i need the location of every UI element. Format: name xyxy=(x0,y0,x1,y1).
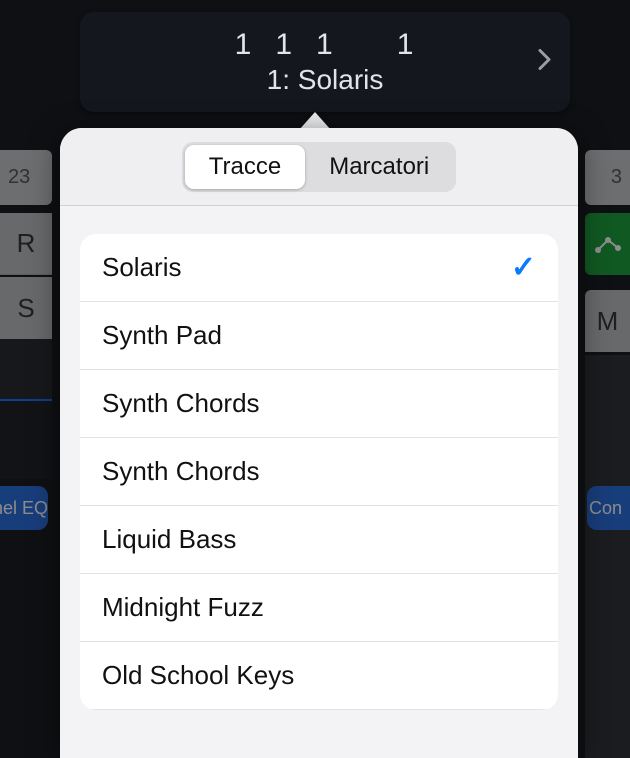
track-item-label: Liquid Bass xyxy=(102,524,236,555)
list-item[interactable]: Synth Chords xyxy=(80,370,558,438)
list-item[interactable]: Liquid Bass xyxy=(80,506,558,574)
tab-markers[interactable]: Marcatori xyxy=(305,145,453,189)
track-item-label: Synth Chords xyxy=(102,456,260,487)
checkmark-icon: ✓ xyxy=(511,250,536,285)
tab-tracks[interactable]: Tracce xyxy=(185,145,305,189)
list-item[interactable]: Synth Chords xyxy=(80,438,558,506)
lcd-track-name: 1: Solaris xyxy=(267,64,384,96)
list-item[interactable]: Solaris ✓ xyxy=(80,234,558,302)
lcd-div: 1 xyxy=(316,28,335,62)
list-item[interactable]: Synth Pad xyxy=(80,302,558,370)
lcd-position-readout: 1 1 1 1 xyxy=(235,28,416,62)
list-item[interactable]: Midnight Fuzz xyxy=(80,574,558,642)
lcd-tick: 1 xyxy=(397,28,416,62)
segmented-control: Tracce Marcatori xyxy=(182,142,457,192)
track-marker-popover: Tracce Marcatori Solaris ✓ Synth Pad Synth … xyxy=(60,128,578,758)
chevron-right-icon[interactable] xyxy=(538,47,552,78)
lcd-bar: 1 xyxy=(235,28,254,62)
lcd-beat: 1 xyxy=(275,28,294,62)
track-item-label: Synth Pad xyxy=(102,320,222,351)
track-item-label: Midnight Fuzz xyxy=(102,592,264,623)
popover-header: Tracce Marcatori xyxy=(60,128,578,206)
track-item-label: Old School Keys xyxy=(102,660,294,691)
track-item-label: Synth Chords xyxy=(102,388,260,419)
popover-body: Solaris ✓ Synth Pad Synth Chords Synth Chord… xyxy=(60,206,578,758)
track-list: Solaris ✓ Synth Pad Synth Chords Synth Chord… xyxy=(80,234,558,710)
lcd-display[interactable]: 1 1 1 1 1: Solaris xyxy=(80,12,570,112)
track-item-label: Solaris xyxy=(102,252,181,283)
list-item[interactable]: Old School Keys xyxy=(80,642,558,710)
